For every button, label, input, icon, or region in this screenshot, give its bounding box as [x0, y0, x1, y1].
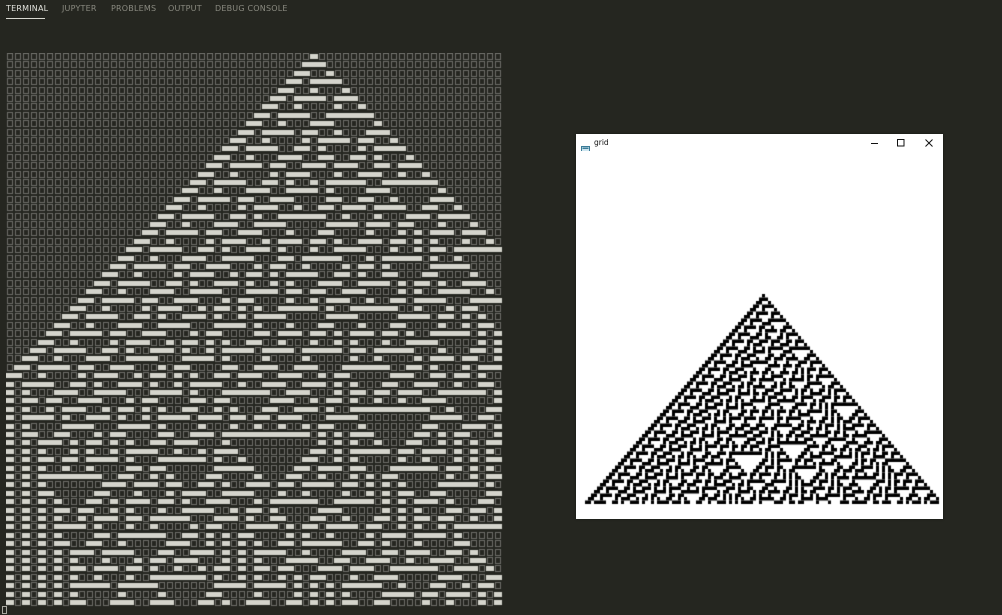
terminal-cursor	[2, 606, 7, 614]
close-icon	[925, 139, 933, 147]
panel-tab-bar: TERMINAL JUPYTER PROBLEMS OUTPUT DEBUG C…	[0, 0, 1002, 24]
tab-terminal[interactable]: TERMINAL	[6, 4, 48, 13]
minimize-icon	[871, 143, 878, 144]
minimize-button[interactable]	[862, 135, 888, 150]
tab-output[interactable]: OUTPUT	[168, 4, 202, 13]
window-title: grid	[594, 138, 609, 147]
close-button[interactable]	[916, 135, 942, 150]
tab-jupyter[interactable]: JUPYTER	[62, 4, 97, 13]
maximize-button[interactable]	[888, 135, 914, 150]
window-titlebar[interactable]: grid	[576, 134, 943, 154]
maximize-icon	[897, 139, 905, 147]
active-tab-indicator	[6, 18, 45, 19]
tab-problems[interactable]: PROBLEMS	[111, 4, 156, 13]
grid-window: grid	[576, 134, 943, 519]
automaton-grid	[576, 151, 943, 519]
tab-debug-console[interactable]: DEBUG CONSOLE	[215, 4, 288, 13]
terminal-output[interactable]	[6, 53, 504, 608]
